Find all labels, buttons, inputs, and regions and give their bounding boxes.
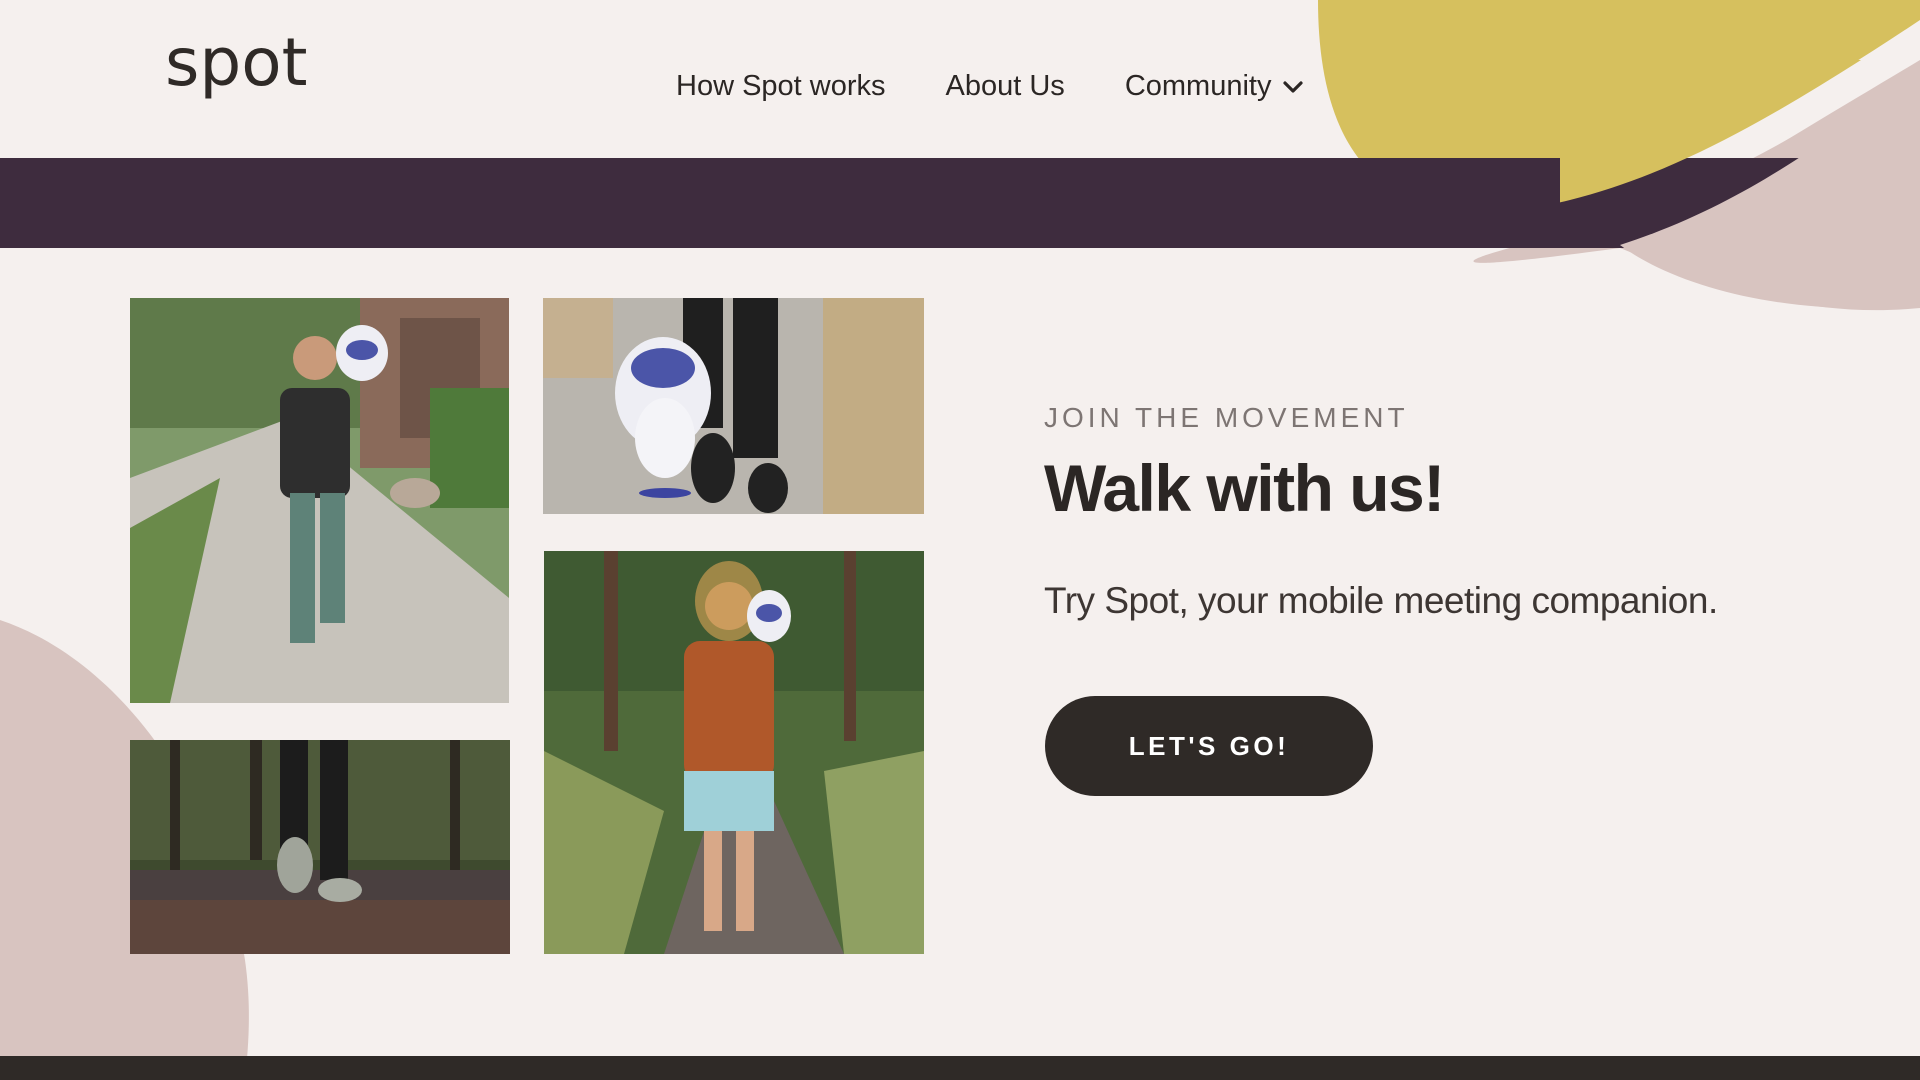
main-nav: How Spot works About Us Community: [676, 70, 1304, 103]
logo-wordmark: spot: [165, 24, 308, 101]
nav-community-label: Community: [1124, 70, 1272, 102]
nav-about-us-label: About Us: [945, 70, 1065, 102]
chevron-down-icon: [1283, 80, 1304, 93]
nav-how-spot-works-label: How Spot works: [676, 70, 886, 102]
hero-subline: Try Spot, your mobile meeting companion.: [1044, 579, 1718, 621]
hero-eyebrow: JOIN THE MOVEMENT: [1044, 402, 1409, 433]
hero-headline: Walk with us!: [1044, 451, 1445, 525]
nav-how-spot-works[interactable]: How Spot works: [676, 70, 886, 103]
footer-band: [0, 1056, 1920, 1080]
man-walking-with-spot-photo: [130, 298, 509, 703]
header-band: [0, 158, 1920, 248]
nav-community[interactable]: Community: [1125, 70, 1304, 103]
spot-mascot-walking-feet-photo: [543, 298, 924, 514]
walking-feet-road-photo: [130, 740, 510, 954]
hero-content: JOIN THE MOVEMENT Walk with us! Try Spot…: [1044, 404, 1804, 623]
spot-logo[interactable]: spot: [165, 30, 325, 118]
man-in-forest-with-spot-photo: [544, 551, 924, 954]
lets-go-button[interactable]: LET'S GO!: [1045, 696, 1373, 796]
nav-about-us[interactable]: About Us: [946, 70, 1065, 103]
site-header: spot How Spot works About Us Community: [0, 0, 1920, 158]
